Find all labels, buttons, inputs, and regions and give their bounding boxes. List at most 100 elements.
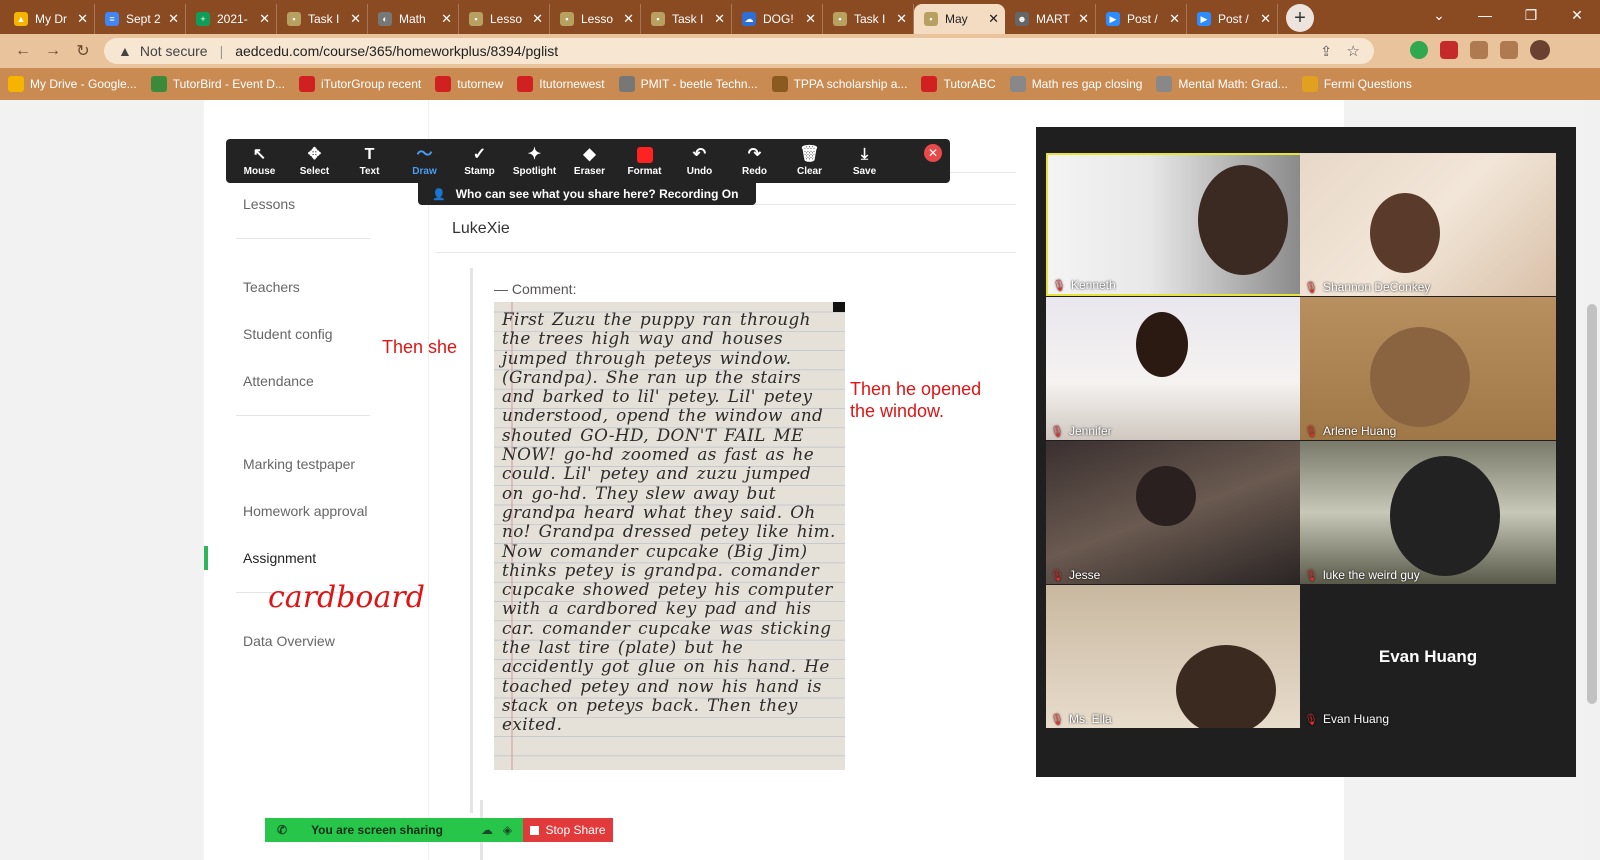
participant-tile[interactable]: 🎙 Ms. Ella (1046, 585, 1302, 728)
bookmark-item[interactable]: My Drive - Google... (8, 76, 137, 92)
browser-tab[interactable]: ▪ Task I ✕ (277, 4, 368, 34)
recording-banner[interactable]: 👤 Who can see what you share here? Recor… (418, 183, 756, 205)
tab-close-icon[interactable]: ✕ (1169, 11, 1180, 27)
tool-text[interactable]: T Text (342, 139, 397, 183)
participant-tile[interactable]: Evan Huang 🎙 Evan Huang (1300, 585, 1556, 728)
browser-tab[interactable]: ▶ Post / ✕ (1096, 4, 1187, 34)
browser-tab[interactable]: ≡ Sept 2 ✕ (95, 4, 186, 34)
participant-tile[interactable]: 🎙 Arlene Huang (1300, 297, 1556, 440)
tool-eraser[interactable]: ◆ Eraser (562, 139, 617, 183)
nav-item[interactable]: Marking testpaper (243, 456, 355, 472)
tab-close-icon[interactable]: ✕ (1078, 11, 1089, 27)
bookmark-item[interactable]: tutornew (435, 76, 503, 92)
tool-spotlight[interactable]: ✦ Spotlight (507, 139, 562, 183)
close-window-icon[interactable]: ✕ (1554, 0, 1600, 30)
extension-green-icon[interactable] (1410, 41, 1428, 59)
window-controls: ⌄ — ❐ ✕ (1416, 0, 1600, 30)
participant-name-tag: 🎙 Jesse (1050, 568, 1100, 582)
tab-close-icon[interactable]: ✕ (77, 11, 88, 27)
nav-item[interactable]: Teachers (243, 279, 300, 295)
participant-tile[interactable]: 🎙 Kenneth (1046, 153, 1302, 296)
browser-tab[interactable]: ▪ Task I ✕ (823, 4, 914, 34)
tool-label: Format (627, 165, 662, 177)
tab-favicon-icon: ▶ (1106, 12, 1120, 26)
bookmark-item[interactable]: iTutorGroup recent (298, 76, 421, 92)
address-bar[interactable]: ▲ Not secure | aedcedu.com/course/365/ho… (104, 38, 1374, 64)
text-icon: T (364, 145, 375, 163)
bookmark-item[interactable]: PMIT - beetle Techn... (618, 76, 758, 92)
reload-icon[interactable]: ↻ (68, 36, 98, 66)
bookmark-item[interactable]: Math res gap closing (1009, 76, 1142, 92)
participant-tile[interactable]: 🎙 Shannon DeConkey (1300, 153, 1556, 296)
browser-tab[interactable]: ▪ Lesso ✕ (550, 4, 641, 34)
participant-tile[interactable]: 🎙 Jennifer (1046, 297, 1302, 440)
minimize-icon[interactable]: — (1462, 0, 1508, 30)
tab-favicon-icon: ▪ (833, 12, 847, 26)
tool-stamp[interactable]: ✓ Stamp (452, 139, 507, 183)
bookmark-item[interactable]: TutorABC (921, 76, 996, 92)
profile-avatar[interactable] (1530, 40, 1550, 60)
tool-draw[interactable]: 〜 Draw (397, 139, 452, 183)
tab-close-icon[interactable]: ✕ (259, 11, 270, 27)
separator: | (219, 43, 224, 59)
tab-close-icon[interactable]: ✕ (623, 11, 634, 27)
extension-red-icon[interactable] (1440, 41, 1458, 59)
share-icon[interactable]: ⇪ (1320, 43, 1332, 60)
bookmark-item[interactable]: Fermi Questions (1301, 76, 1412, 92)
back-icon[interactable]: ← (8, 36, 38, 66)
browser-tab[interactable]: ▪ Task I ✕ (641, 4, 732, 34)
browser-tab[interactable]: ◐ Math ✕ (368, 4, 459, 34)
browser-tab[interactable]: ▶ Post / ✕ (1187, 4, 1278, 34)
extension-gray-icon[interactable] (1470, 41, 1488, 59)
tool-save[interactable]: ⤓ Save (837, 139, 892, 183)
bookmark-item[interactable]: Mental Math: Grad... (1156, 76, 1288, 92)
bookmark-label: My Drive - Google... (30, 77, 137, 91)
browser-tab[interactable]: ▪ Lesso ✕ (459, 4, 550, 34)
nav-item[interactable]: Student config (243, 326, 333, 342)
tool-redo[interactable]: ↷ Redo (727, 139, 782, 183)
tab-close-icon[interactable]: ✕ (714, 11, 725, 27)
tab-close-icon[interactable]: ✕ (350, 11, 361, 27)
tab-close-icon[interactable]: ✕ (441, 11, 452, 27)
browser-tab[interactable]: ▲ My Dr ✕ (4, 4, 95, 34)
browser-tab[interactable]: ☻ MART ✕ (1005, 4, 1096, 34)
stop-share-button[interactable]: Stop Share (523, 818, 613, 842)
tab-close-icon[interactable]: ✕ (805, 11, 816, 27)
tool-mouse[interactable]: ↖ Mouse (232, 139, 287, 183)
forward-icon[interactable]: → (38, 36, 68, 66)
browser-tab[interactable]: +2021- ✕ (186, 4, 277, 34)
bookmark-favicon-icon (517, 76, 534, 92)
browser-tab[interactable]: ☁ DOG! ✕ (732, 4, 823, 34)
url-text: aedcedu.com/course/365/homeworkplus/8394… (235, 43, 559, 59)
bookmark-star-icon[interactable]: ☆ (1347, 42, 1360, 60)
tab-close-icon[interactable]: ✕ (532, 11, 543, 27)
nav-item[interactable]: Assignment (243, 550, 316, 566)
bookmark-item[interactable]: TPPA scholarship a... (771, 76, 907, 92)
bookmark-item[interactable]: Itutornewest (517, 76, 605, 92)
scrollbar-thumb[interactable] (1587, 304, 1597, 704)
tool-format[interactable]: Format (617, 139, 672, 183)
extension-puzzle-icon[interactable] (1500, 41, 1518, 59)
nav-item[interactable]: Data Overview (243, 633, 335, 649)
tool-select[interactable]: ✥ Select (287, 139, 342, 183)
tab-close-icon[interactable]: ✕ (896, 11, 907, 27)
close-annotation-icon[interactable]: ✕ (924, 144, 942, 162)
browser-tab[interactable]: ▪ May ✕ (914, 4, 1005, 34)
participant-tile[interactable]: 🎙 Jesse (1046, 441, 1302, 584)
tool-undo[interactable]: ↶ Undo (672, 139, 727, 183)
tab-close-icon[interactable]: ✕ (168, 11, 179, 27)
participant-tile[interactable]: 🎙 luke the weird guy (1300, 441, 1556, 584)
bookmark-item[interactable]: TutorBird - Event D... (150, 76, 285, 92)
participant-name-tag: 🎙 luke the weird guy (1304, 568, 1420, 582)
nav-item[interactable]: Lessons (243, 196, 295, 212)
tab-close-icon[interactable]: ✕ (988, 11, 999, 27)
tool-clear[interactable]: 🗑 Clear (782, 139, 837, 183)
tab-search-icon[interactable]: ⌄ (1416, 0, 1462, 30)
tab-label: DOG! (763, 12, 794, 26)
tab-close-icon[interactable]: ✕ (1260, 11, 1271, 27)
new-tab-button[interactable]: + (1286, 4, 1314, 32)
restore-icon[interactable]: ❐ (1508, 0, 1554, 30)
nav-item[interactable]: Attendance (243, 373, 314, 389)
homework-photo[interactable]: First Zuzu the puppy ran through the tre… (494, 302, 845, 770)
nav-item[interactable]: Homework approval (243, 503, 368, 519)
